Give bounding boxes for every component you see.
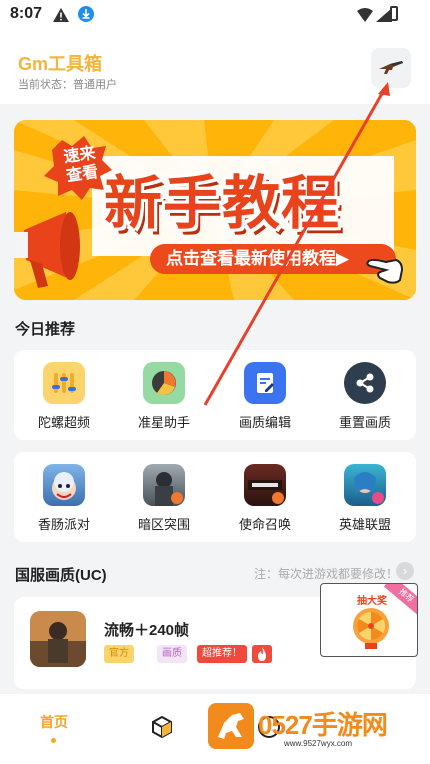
edit-document-icon: [244, 362, 286, 404]
game-sausage-party[interactable]: 香肠派对: [14, 464, 114, 533]
share-icon: [344, 362, 386, 404]
cube-icon[interactable]: [151, 716, 173, 738]
banner-cta[interactable]: 点击查看最新使用教程▶: [150, 244, 396, 274]
sausage-party-icon: [43, 464, 85, 506]
sliders-icon: [43, 362, 85, 404]
tutorial-banner[interactable]: 速来 查看 新手教程 点击查看最新使用教程▶: [14, 120, 416, 300]
tool-label: 准星助手: [137, 415, 190, 430]
tool-quality-edit[interactable]: 画质编辑: [215, 362, 315, 431]
game-label: 英雄联盟: [338, 517, 391, 532]
pubg-thumbnail: [30, 611, 86, 667]
badge-recommended: 超推荐！: [197, 645, 247, 663]
game-league-of-legends[interactable]: 英雄联盟: [315, 464, 415, 533]
warning-icon: [53, 8, 69, 22]
horse-logo-icon: [208, 703, 254, 749]
nav-active-dot: [51, 738, 56, 743]
tool-gyro-overclock[interactable]: 陀螺超频: [14, 362, 114, 431]
status-bar: 8:07: [0, 0, 430, 32]
tool-crosshair-assistant[interactable]: 准星助手: [114, 362, 214, 431]
banner-title: 新手教程: [104, 169, 341, 237]
tool-button[interactable]: [371, 48, 411, 88]
battery-icon: [390, 6, 398, 21]
tool-label: 陀螺超频: [37, 415, 90, 430]
status-time: 8:07: [10, 5, 43, 22]
game-arena-breakout[interactable]: 暗区突围: [114, 464, 214, 533]
section-title-today: 今日推荐: [15, 321, 76, 338]
rifle-icon: [379, 61, 403, 74]
lottery-widget[interactable]: 抽大奖 推荐: [320, 583, 418, 657]
watermark-text: 0527手游网: [258, 710, 388, 740]
app-title: Gm工具箱: [18, 54, 103, 74]
games-card: 香肠派对 暗区突围 使命召唤 英雄联盟: [14, 452, 416, 542]
download-icon: [78, 6, 94, 22]
game-label: 暗区突围: [137, 517, 190, 532]
badge-official-text: 官方: [109, 648, 129, 659]
section-note: 注：每次进游戏都要修改！: [254, 567, 399, 581]
tool-label: 画质编辑: [238, 415, 291, 430]
banner-tag-line1: 速来: [62, 144, 97, 167]
arena-breakout-icon: [143, 464, 185, 506]
chevron-right-icon[interactable]: ›: [396, 562, 414, 580]
crosshair-pie-icon: [143, 362, 185, 404]
watermark-url: www.9527wyx.com: [284, 739, 353, 748]
game-call-of-duty[interactable]: 使命召唤: [215, 464, 315, 533]
header: Gm工具箱 当前状态：普通用户: [0, 32, 430, 104]
banner-tag-line2: 查看: [65, 163, 100, 186]
wifi-signal-icon: [357, 8, 392, 22]
game-label: 香肠派对: [37, 517, 90, 532]
list-item-title: 流畅＋240帧: [104, 622, 190, 639]
badge-quality: 画质: [157, 645, 187, 663]
prize-wheel-icon: [353, 608, 389, 649]
call-of-duty-icon: [244, 464, 286, 506]
site-watermark: 0527手游网 www.9527wyx.com: [208, 703, 408, 755]
user-status: 当前状态：普通用户: [18, 79, 117, 91]
tools-card: 陀螺超频 准星助手 画质编辑 重置画质: [14, 350, 416, 440]
tool-reset-quality[interactable]: 重置画质: [315, 362, 415, 431]
league-of-legends-icon: [344, 464, 386, 506]
game-label: 使命召唤: [238, 517, 291, 532]
section-title-cn-quality: 国服画质(UC): [15, 567, 107, 584]
lottery-title: 抽大奖: [357, 596, 387, 607]
nav-home[interactable]: 首页: [40, 712, 68, 732]
badge-official: 官方: [104, 645, 134, 663]
tool-label: 重置画质: [338, 415, 391, 430]
fire-icon: [252, 645, 272, 663]
pointing-hand-icon: [366, 258, 404, 284]
